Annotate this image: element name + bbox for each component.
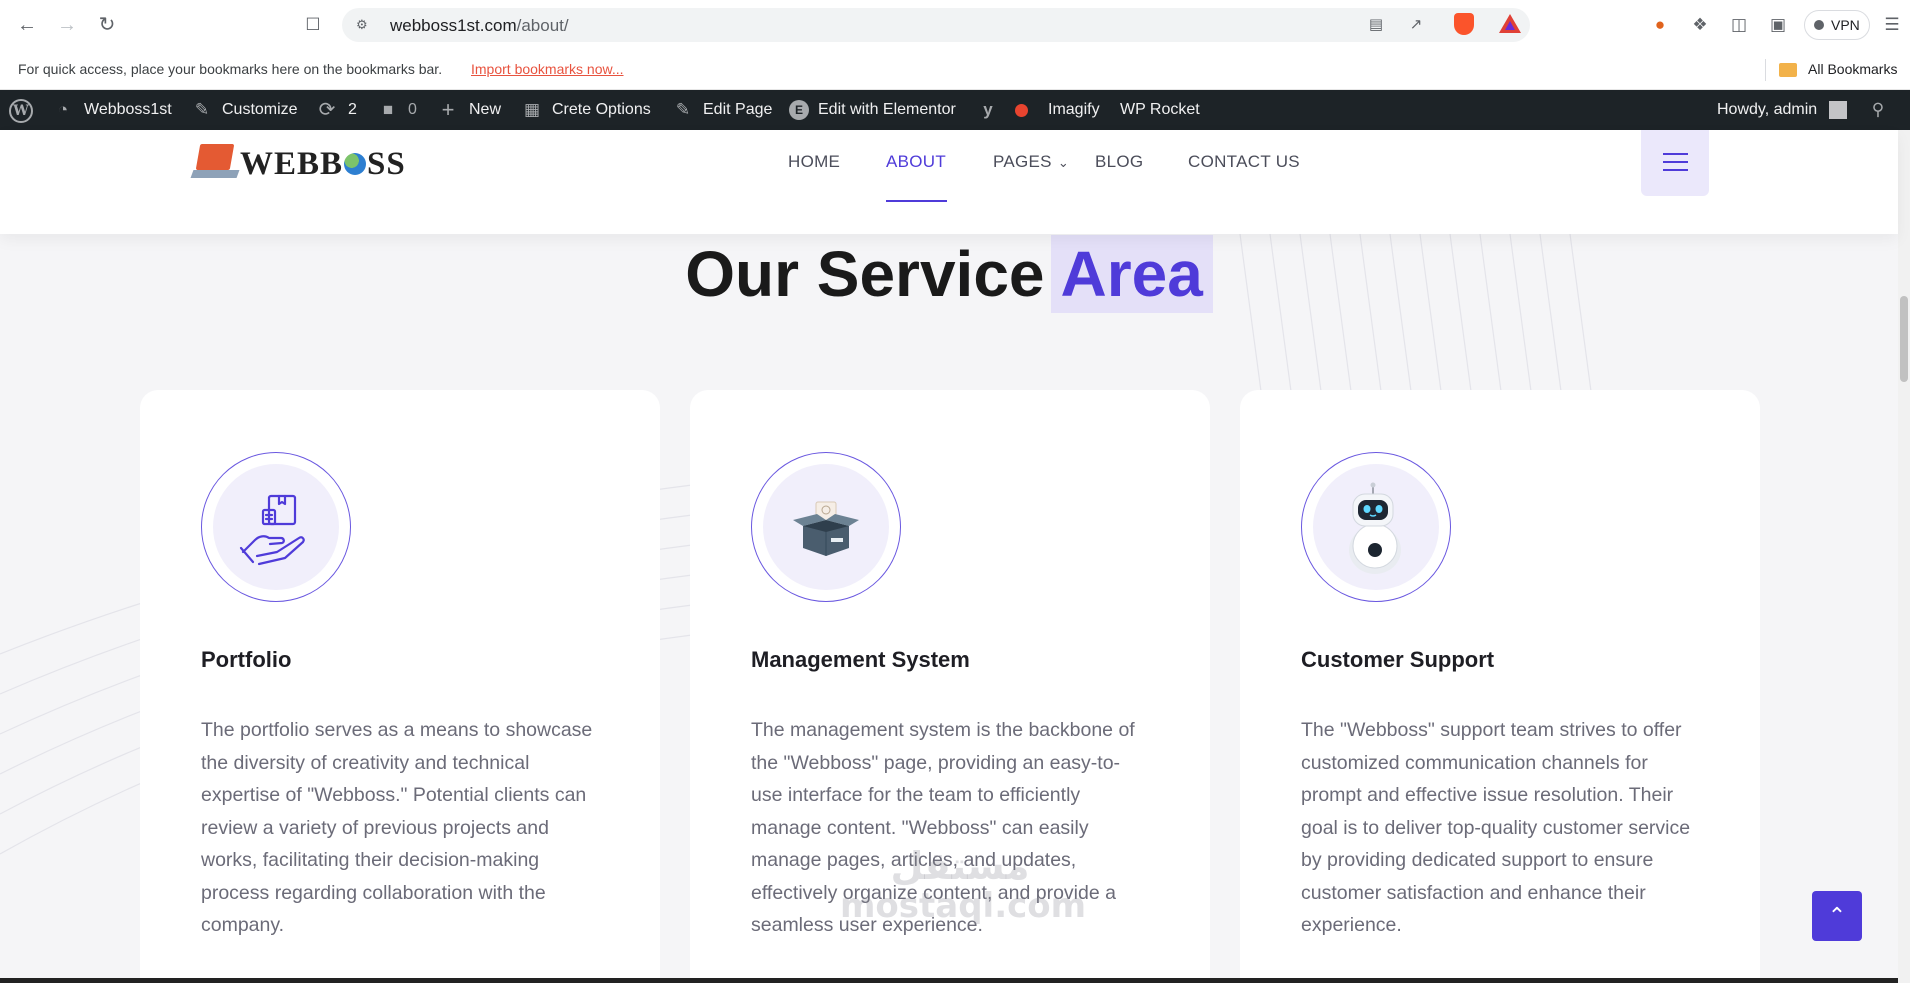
dashboard-icon: ◔ [57, 100, 69, 119]
wp-admin-bar: W ◔ Webboss1st ✎ Customize ⟳ 2 ■ 0 + New… [0, 90, 1910, 130]
vpn-label: VPN [1831, 17, 1860, 33]
bottom-edge [0, 978, 1898, 983]
service-card-support: Customer Support The "Webboss" support t… [1240, 390, 1760, 983]
browser-toolbar: ← → ↻ ☐ ⚙ webboss1st.com/about/ ▤ ↗ ● ❖ … [0, 0, 1910, 50]
nav-blog[interactable]: BLOG [1095, 152, 1143, 172]
reload-icon[interactable]: ↻ [94, 12, 120, 38]
card-title: Management System [751, 647, 970, 672]
card-title: Customer Support [1301, 647, 1495, 672]
section-title-main: Our Service [685, 238, 1045, 310]
management-icon [751, 452, 901, 602]
vpn-status-icon [1814, 20, 1824, 30]
portfolio-icon [201, 452, 351, 602]
wp-site-name[interactable]: Webboss1st [84, 90, 172, 130]
scrollbar-thumb[interactable] [1900, 296, 1908, 382]
site-header: WEBB SS HOME ABOUT PAGES ⌄ BLOG CONTACT US [0, 130, 1898, 234]
hamburger-icon-line [1663, 169, 1688, 171]
yoast-icon[interactable]: y [978, 100, 998, 120]
page-scrollbar[interactable] [1898, 130, 1910, 983]
card-text: The "Webboss" support team strives to of… [1301, 719, 1691, 936]
reader-mode-icon[interactable]: ▤ [1366, 16, 1386, 34]
browser-menu-icon[interactable]: ☰ [1880, 13, 1904, 37]
updates-icon: ⟳ [318, 99, 336, 121]
hamburger-icon-line [1663, 161, 1688, 163]
bookmarks-bar: For quick access, place your bookmarks h… [0, 50, 1910, 90]
brave-shields-icon[interactable] [1454, 13, 1474, 35]
url-domain: webboss1st.com [390, 16, 517, 35]
extensions-puzzle-icon[interactable]: ❖ [1688, 13, 1712, 37]
watermark: مستقل mostaql.com [840, 844, 1087, 926]
wp-rocket[interactable]: WP Rocket [1120, 90, 1200, 130]
site-info-icon[interactable]: ⚙ [356, 17, 372, 33]
brush-icon: ✎ [194, 100, 210, 119]
wp-imagify[interactable]: Imagify [1048, 90, 1100, 130]
wp-edit-elementor[interactable]: Edit with Elementor [818, 90, 956, 130]
wp-customize[interactable]: Customize [222, 90, 298, 130]
back-icon[interactable]: ← [14, 12, 40, 38]
wallet-icon[interactable]: ▣ [1766, 13, 1790, 37]
wp-howdy[interactable]: Howdy, admin [1717, 90, 1817, 130]
service-card-portfolio: Portfolio The portfolio serves as a mean… [140, 390, 660, 983]
all-bookmarks-button[interactable]: All Bookmarks [1808, 61, 1897, 77]
folder-icon [1779, 63, 1797, 77]
scroll-to-top-button[interactable]: ⌃ [1812, 891, 1862, 941]
extension-monkey-icon[interactable]: ● [1648, 13, 1672, 37]
sidebar-icon[interactable]: ◫ [1727, 13, 1751, 37]
chevron-down-icon: ⌄ [1057, 155, 1070, 170]
pencil-icon: ✎ [675, 100, 691, 119]
nav-about[interactable]: ABOUT [886, 152, 946, 172]
nav-pages[interactable]: PAGES ⌄ [993, 152, 1069, 172]
import-bookmarks-link[interactable]: Import bookmarks now... [471, 61, 624, 77]
nav-pages-label: PAGES [993, 152, 1052, 171]
share-icon[interactable]: ↗ [1406, 16, 1426, 34]
comments-icon: ■ [382, 100, 394, 119]
bookmarks-divider [1765, 59, 1766, 81]
logo-text: WEBB SS [240, 146, 406, 182]
hamburger-icon [1663, 153, 1688, 155]
nav-contact[interactable]: CONTACT US [1188, 152, 1300, 172]
options-table-icon: ▦ [523, 100, 541, 119]
card-title: Portfolio [201, 647, 292, 672]
wp-updates-count[interactable]: 2 [348, 90, 357, 130]
bookmark-icon[interactable]: ☐ [300, 12, 326, 38]
url-text[interactable]: webboss1st.com/about/ [390, 16, 569, 36]
avatar[interactable] [1829, 101, 1847, 119]
wp-comments-count[interactable]: 0 [408, 90, 417, 130]
card-text: The portfolio serves as a means to showc… [201, 719, 593, 936]
watermark-latin: mostaql.com [840, 886, 1087, 926]
hand-box-icon [239, 494, 305, 566]
section-title: Our Service Area [0, 234, 1898, 314]
section-title-highlight: Area [1050, 235, 1213, 313]
nav-active-indicator [886, 200, 947, 202]
seo-status-icon [1015, 104, 1028, 117]
brave-rewards-icon[interactable] [1499, 14, 1521, 33]
site-logo[interactable]: WEBB SS [188, 132, 418, 214]
wp-new[interactable]: New [469, 90, 501, 130]
logo-text-post: SS [367, 146, 406, 182]
address-bar[interactable]: ⚙ webboss1st.com/about/ ▤ ↗ [342, 8, 1530, 42]
open-box-icon [793, 501, 859, 556]
wordpress-logo-icon[interactable]: W [9, 99, 33, 123]
elementor-icon: E [789, 100, 809, 120]
forward-icon[interactable]: → [54, 12, 80, 38]
search-icon[interactable]: ⚲ [1868, 100, 1888, 120]
globe-icon [344, 153, 367, 175]
wp-crete-options[interactable]: Crete Options [552, 90, 651, 130]
chevron-up-icon: ⌃ [1827, 903, 1847, 928]
vpn-button[interactable]: VPN [1804, 10, 1870, 40]
watermark-arabic: مستقل [890, 844, 1030, 888]
wp-edit-page[interactable]: Edit Page [703, 90, 772, 130]
support-robot-icon [1301, 452, 1451, 602]
plus-icon: + [441, 97, 455, 122]
laptop-icon [190, 142, 240, 182]
logo-text-pre: WEBB [240, 146, 344, 182]
bookmarks-hint: For quick access, place your bookmarks h… [18, 61, 443, 77]
nav-home[interactable]: HOME [788, 152, 840, 172]
robot-icon [1349, 482, 1401, 574]
service-section: Our Service Area Portfolio The portfolio… [0, 234, 1898, 983]
url-path: /about/ [516, 16, 569, 35]
menu-toggle-button[interactable] [1641, 130, 1709, 196]
